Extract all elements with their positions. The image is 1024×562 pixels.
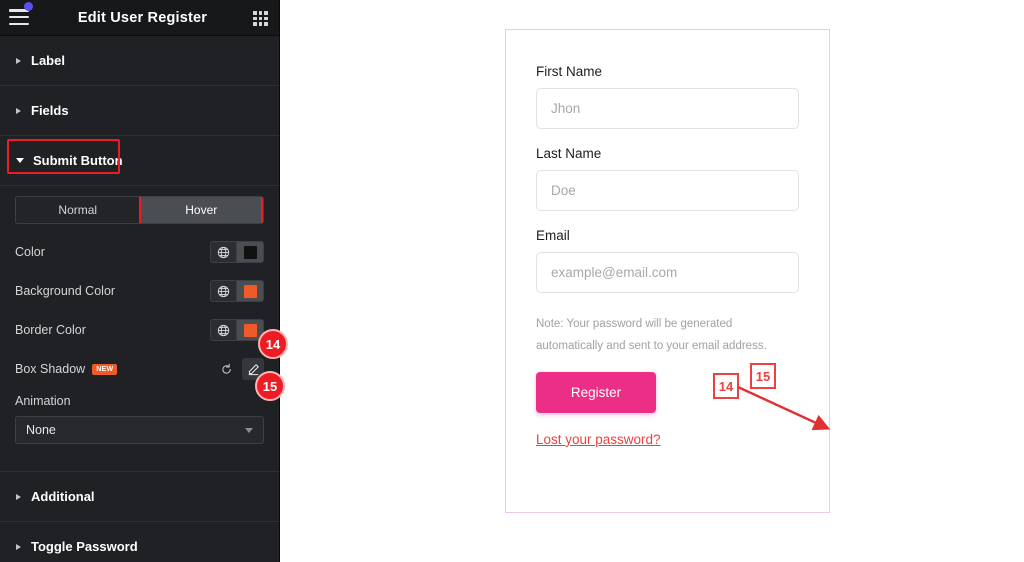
grid-icon[interactable] [253,11,268,26]
globe-icon[interactable] [210,241,236,263]
step-badge-14: 14 [258,329,288,359]
state-tabs: Normal Hover [15,196,264,224]
panel-header: Edit User Register [0,0,279,36]
first-name-label: First Name [536,64,603,79]
email-label: Email [536,228,570,243]
color-swatch-background-color[interactable] [236,280,264,302]
email-input[interactable] [536,252,799,293]
hamburger-icon[interactable] [9,9,29,25]
app-root: Edit User Register Label Fields Submit B… [0,0,1024,562]
sidebar-section-fields[interactable]: Fields [0,86,279,136]
page-title: Edit User Register [77,9,208,26]
annotation-arrow-icon [737,385,831,431]
password-note: Note: Your password will be generated au… [536,318,767,353]
chevron-right-icon [16,57,21,64]
color-swatch-color[interactable] [236,241,264,263]
sidebar-section-label[interactable]: Label [0,36,279,86]
control-label-box-shadow: Box Shadow NEW [15,362,118,376]
control-row-animation: Animation None [15,394,264,444]
control-label-background-color: Background Color [15,284,116,298]
notification-dot-icon [24,2,33,11]
submit-button-settings-body: Normal Hover Color Background Color Bord… [0,186,279,450]
color-widget-background-color [210,280,264,302]
control-row-color: Color [15,240,264,264]
user-register-form-card: First Name Last Name Email Note: Your pa… [505,29,830,513]
editor-canvas: First Name Last Name Email Note: Your pa… [280,0,1024,562]
animation-select[interactable]: None [15,416,264,444]
swatch-preview [243,245,257,259]
annotation-box-14: 14 [713,373,739,399]
elementor-settings-sidebar: Edit User Register Label Fields Submit B… [0,0,280,562]
color-widget-color [210,241,264,263]
sidebar-section-submit-button-text: Submit Button [33,153,123,168]
tab-hover[interactable]: Hover [139,197,263,223]
lost-password-link[interactable]: Lost your password? [536,432,661,447]
sidebar-section-additional-text: Additional [31,489,95,504]
sidebar-section-label-text: Label [31,53,65,68]
control-row-box-shadow: Box Shadow NEW [15,357,264,381]
chevron-down-icon [245,427,253,433]
control-label-border-color: Border Color [15,323,86,337]
new-badge: NEW [92,363,118,375]
globe-icon[interactable] [210,319,236,341]
sidebar-section-submit-button[interactable]: Submit Button [0,136,279,186]
sidebar-section-submit-button-wrap: Submit Button [0,136,279,186]
last-name-label: Last Name [536,146,602,161]
tab-normal[interactable]: Normal [16,197,140,223]
chevron-right-icon [16,493,21,500]
control-label-color: Color [15,245,45,259]
control-label-animation: Animation [15,394,71,408]
first-name-input[interactable] [536,88,799,129]
control-row-border-color: Border Color [15,318,264,342]
control-row-background-color: Background Color [15,279,264,303]
sidebar-section-toggle-password[interactable]: Toggle Password [0,522,279,562]
sidebar-section-fields-text: Fields [31,103,69,118]
chevron-right-icon [16,543,21,550]
animation-select-value: None [26,423,56,437]
step-badge-15: 15 [255,371,285,401]
sidebar-section-additional[interactable]: Additional [0,471,279,522]
globe-icon[interactable] [210,280,236,302]
swatch-preview [243,284,257,298]
reset-icon[interactable] [215,358,237,380]
swatch-preview [243,323,257,337]
chevron-right-icon [16,107,21,114]
register-button[interactable]: Register [536,371,656,413]
last-name-input[interactable] [536,170,799,211]
chevron-down-icon [16,158,24,163]
color-widget-border-color [210,319,264,341]
sidebar-section-toggle-password-text: Toggle Password [31,539,138,554]
annotation-box-15: 15 [750,363,776,389]
box-shadow-label-text: Box Shadow [15,362,86,376]
